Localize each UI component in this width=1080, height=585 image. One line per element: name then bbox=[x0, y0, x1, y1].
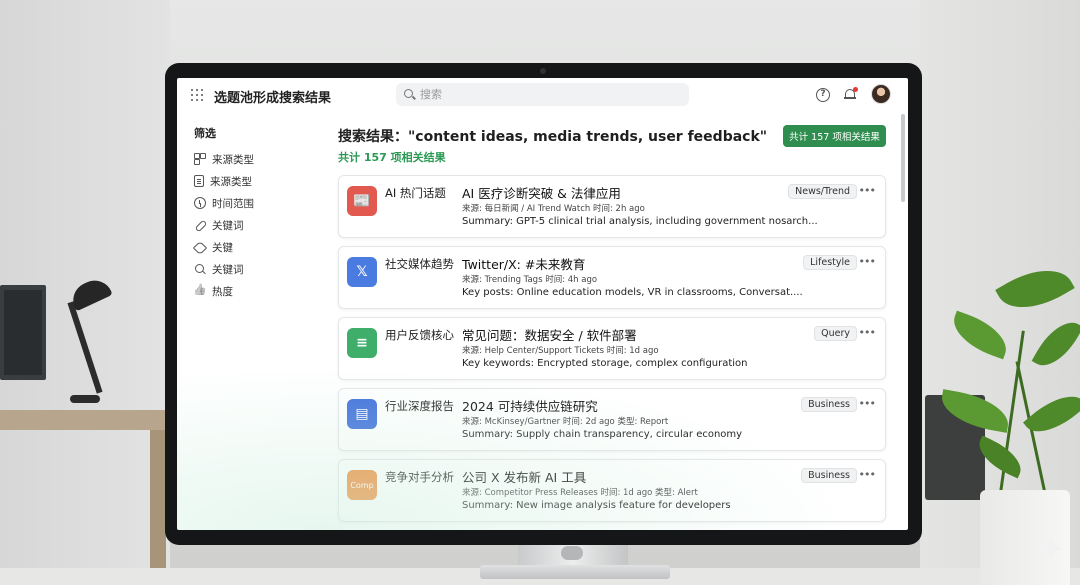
card-meta: 来源: McKinsey/Gartner 时间: 2d ago 类型: Repo… bbox=[462, 417, 669, 427]
x-logo-icon: 𝕏 bbox=[347, 257, 377, 287]
app-screen: 选题池形成搜索结果 ? 筛选 来源类型 来源类型 时间范围 关键词 bbox=[177, 78, 908, 530]
card-headline[interactable]: AI 医疗诊断突破 & 法律应用 bbox=[462, 183, 621, 202]
sidebar-item-label: 热度 bbox=[212, 285, 233, 298]
card-summary: Summary: GPT-5 clinical trial analysis, … bbox=[462, 216, 818, 227]
sidebar-item-keyword-search[interactable]: 关键词 bbox=[194, 261, 244, 277]
results-panel: 搜索结果："content ideas, media trends, user … bbox=[324, 112, 898, 530]
more-options-icon[interactable]: ••• bbox=[859, 326, 876, 339]
card-category: 用户反馈核心 bbox=[385, 328, 454, 342]
result-card[interactable]: Comp 竞争对手分析 公司 X 发布新 AI 工具 来源: Competito… bbox=[338, 459, 886, 522]
card-category: 社交媒体趋势 bbox=[385, 257, 454, 271]
user-avatar[interactable] bbox=[871, 84, 891, 104]
results-count-button[interactable]: 共计 157 项相关结果 bbox=[783, 125, 886, 147]
card-category: AI 热门话题 bbox=[385, 186, 446, 200]
card-tag[interactable]: Query bbox=[814, 326, 857, 341]
report-document-icon: ▤ bbox=[347, 399, 377, 429]
card-tag[interactable]: Business bbox=[801, 468, 857, 483]
sidebar-item-popularity[interactable]: 热度 bbox=[194, 283, 233, 299]
search-icon bbox=[404, 89, 413, 98]
more-options-icon[interactable]: ••• bbox=[859, 255, 876, 268]
card-category: 行业深度报告 bbox=[385, 399, 454, 413]
sparkle-icon: ✦ bbox=[1037, 530, 1067, 570]
background-desk bbox=[0, 410, 175, 430]
results-scrollbar[interactable] bbox=[901, 114, 905, 202]
background-lamp-base bbox=[70, 395, 100, 403]
card-summary: Key keywords: Encrypted storage, complex… bbox=[462, 358, 748, 369]
notification-dot bbox=[853, 87, 858, 92]
card-headline[interactable]: Twitter/X: #未来教育 bbox=[462, 254, 585, 273]
background-monitor bbox=[0, 285, 46, 380]
card-headline[interactable]: 公司 X 发布新 AI 工具 bbox=[462, 467, 586, 486]
app-title: 选题池形成搜索结果 bbox=[214, 91, 332, 106]
results-title: 搜索结果："content ideas, media trends, user … bbox=[338, 129, 768, 145]
app-grid-icon[interactable] bbox=[191, 89, 203, 101]
feedback-form-icon: ≡ bbox=[347, 328, 377, 358]
filter-sidebar: 筛选 来源类型 来源类型 时间范围 关键词 关键 关键词 热度 bbox=[177, 112, 324, 530]
card-meta: 来源: Help Center/Support Tickets 时间: 1d a… bbox=[462, 346, 659, 356]
more-options-icon[interactable]: ••• bbox=[859, 184, 876, 197]
top-bar: 选题池形成搜索结果 ? bbox=[177, 78, 908, 112]
sidebar-item-key[interactable]: 关键 bbox=[194, 239, 233, 255]
tag-icon bbox=[194, 241, 206, 253]
card-summary: Summary: New image analysis feature for … bbox=[462, 500, 731, 511]
monitor-stand-base bbox=[480, 565, 670, 579]
card-tag[interactable]: Business bbox=[801, 397, 857, 412]
card-headline[interactable]: 2024 可持续供应链研究 bbox=[462, 396, 598, 415]
sidebar-item-label: 时间范围 bbox=[212, 197, 254, 210]
result-card[interactable]: ≡ 用户反馈核心 常见问题：数据安全 / 软件部署 来源: Help Cente… bbox=[338, 317, 886, 380]
document-icon bbox=[194, 175, 204, 187]
result-card[interactable]: 📰 AI 热门话题 AI 医疗诊断突破 & 法律应用 来源: 每日新闻 / AI… bbox=[338, 175, 886, 238]
help-icon[interactable]: ? bbox=[816, 88, 830, 102]
sidebar-item-label: 关键 bbox=[212, 241, 233, 254]
sidebar-item-source-type-2[interactable]: 来源类型 bbox=[194, 173, 252, 189]
result-card[interactable]: 𝕏 社交媒体趋势 Twitter/X: #未来教育 来源: Trending T… bbox=[338, 246, 886, 309]
sidebar-item-keyword[interactable]: 关键词 bbox=[194, 217, 244, 233]
monitor-stand-hole bbox=[561, 546, 583, 560]
sidebar-item-label: 来源类型 bbox=[212, 153, 254, 166]
sidebar-item-time-range[interactable]: 时间范围 bbox=[194, 195, 254, 211]
sidebar-item-label: 关键词 bbox=[212, 219, 244, 232]
competitor-icon: Comp bbox=[347, 470, 377, 500]
sidebar-item-label: 来源类型 bbox=[210, 175, 252, 188]
result-card[interactable]: ▤ 行业深度报告 2024 可持续供应链研究 来源: McKinsey/Gart… bbox=[338, 388, 886, 451]
sidebar-item-source-type[interactable]: 来源类型 bbox=[194, 151, 254, 167]
more-options-icon[interactable]: ••• bbox=[859, 397, 876, 410]
more-options-icon[interactable]: ••• bbox=[859, 468, 876, 481]
results-count: 共计 157 项相关结果 bbox=[338, 151, 446, 164]
background-desk-leg bbox=[150, 430, 166, 570]
monitor-camera bbox=[540, 68, 546, 74]
card-meta: 来源: Trending Tags 时间: 4h ago bbox=[462, 275, 598, 285]
card-tag[interactable]: News/Trend bbox=[788, 184, 857, 199]
news-icon: 📰 bbox=[347, 186, 377, 216]
card-meta: 来源: 每日新闻 / AI Trend Watch 时间: 2h ago bbox=[462, 204, 645, 214]
card-summary: Summary: Supply chain transparency, circ… bbox=[462, 429, 743, 440]
link-icon bbox=[194, 219, 206, 231]
card-summary: Key posts: Online education models, VR i… bbox=[462, 287, 803, 298]
card-headline[interactable]: 常见问题：数据安全 / 软件部署 bbox=[462, 325, 637, 344]
search-input[interactable] bbox=[420, 86, 680, 103]
card-meta: 来源: Competitor Press Releases 时间: 1d ago… bbox=[462, 488, 698, 498]
card-category: 竞争对手分析 bbox=[385, 470, 454, 484]
thumbs-up-icon bbox=[194, 285, 206, 297]
sidebar-item-label: 关键词 bbox=[212, 263, 244, 276]
search-bar[interactable] bbox=[396, 83, 689, 106]
search-icon bbox=[194, 263, 206, 275]
grid-icon bbox=[194, 153, 206, 165]
card-tag[interactable]: Lifestyle bbox=[803, 255, 857, 270]
clock-icon bbox=[194, 197, 206, 209]
filter-title: 筛选 bbox=[194, 127, 216, 140]
notification-bell-icon[interactable] bbox=[844, 87, 858, 101]
